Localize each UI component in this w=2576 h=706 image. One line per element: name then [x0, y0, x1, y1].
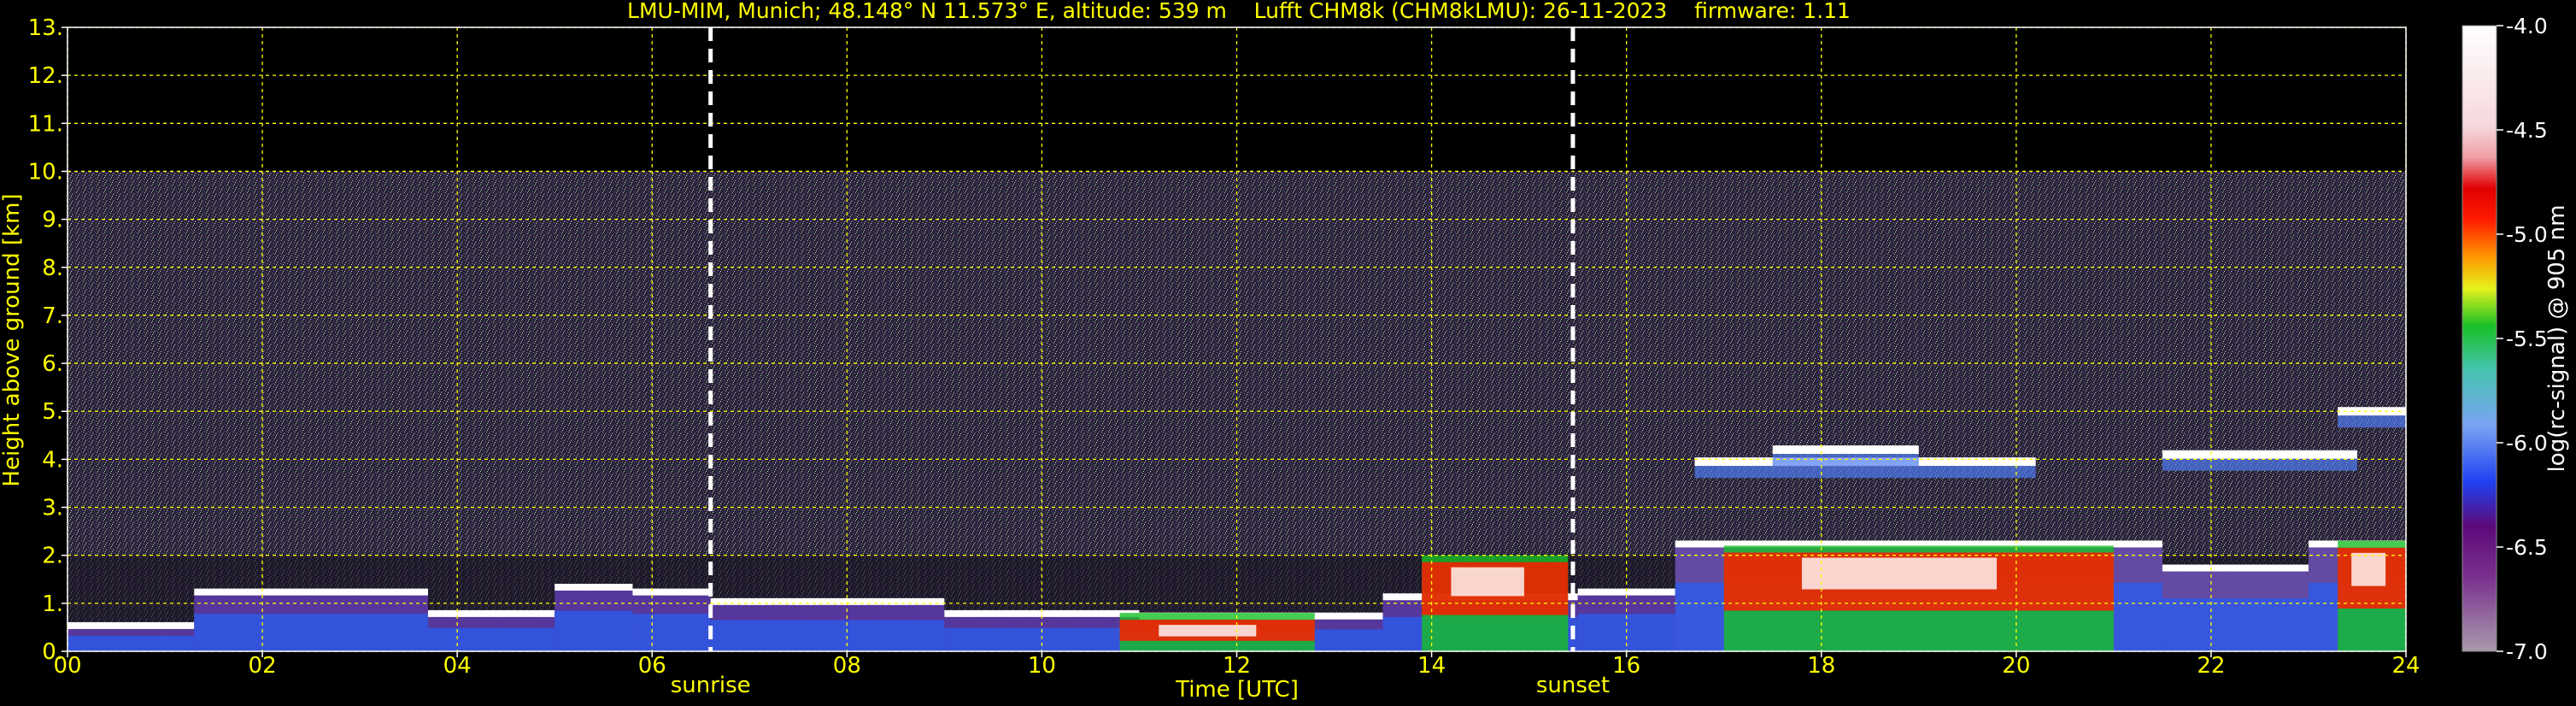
aerosol-layer-dense — [67, 635, 195, 651]
y-tick-label: 2. — [42, 544, 63, 569]
x-tick-label: 14 — [1417, 653, 1446, 679]
x-tick-label: 20 — [2002, 653, 2030, 679]
upper-cloud-layer — [2162, 450, 2357, 459]
y-tick-label: 11. — [28, 111, 63, 137]
upper-cloud-layer — [1772, 445, 1919, 455]
chart-title: LMU-MIM, Munich; 48.148° N 11.573° E, al… — [627, 0, 1851, 23]
cloud-region-white — [2351, 552, 2386, 586]
x-tick-label: 24 — [2391, 653, 2420, 679]
aerosol-layer-dense — [555, 610, 633, 651]
y-axis-label: Height above ground [km] — [0, 193, 25, 486]
colorbar-tick-label: -7.0 — [2506, 639, 2548, 664]
cloud-base-layer — [67, 621, 195, 629]
y-tick-label: 10. — [28, 159, 63, 185]
y-tick-label: 0. — [42, 639, 63, 665]
cloud-base-layer — [2162, 564, 2309, 572]
cloud-region-white — [1451, 567, 1524, 597]
x-tick-label: 12 — [1223, 653, 1251, 679]
cloud-base-layer — [427, 609, 555, 617]
ceilometer-chart: sunrise sunset 00 02 04 06 08 10 12 14 16 18 20 22 24… — [0, 0, 2576, 706]
y-tick-label: 1. — [42, 591, 63, 617]
colorbar-tick-label: -5.5 — [2506, 327, 2548, 351]
cloud-base-layer — [555, 584, 633, 591]
sunrise-label: sunrise — [671, 673, 751, 698]
cloud-base-layer — [710, 597, 945, 605]
x-axis-label: Time [UTC] — [1175, 677, 1299, 703]
y-tick-label: 7. — [42, 303, 63, 329]
x-tick-label: 02 — [249, 653, 277, 679]
colorbar-tick-label: -4.5 — [2506, 118, 2548, 143]
x-tick-label: 16 — [1612, 653, 1640, 679]
x-tick-label: 18 — [1807, 653, 1835, 679]
aerosol-layer-dense — [194, 614, 428, 651]
sunset-label: sunset — [1536, 673, 1610, 698]
upper-cloud-fallstreak — [2338, 415, 2406, 428]
colorbar-tick-label: -4.0 — [2506, 14, 2548, 38]
x-tick-label: 08 — [833, 653, 861, 679]
x-tick-label: 10 — [1028, 653, 1056, 679]
y-tick-label: 13. — [28, 15, 63, 41]
cloud-base-layer — [194, 588, 428, 596]
y-tick-label: 9. — [42, 208, 63, 233]
cloud-base-layer — [632, 588, 711, 596]
y-tick-label: 3. — [42, 496, 63, 521]
y-tick-label: 4. — [42, 447, 63, 473]
y-tick-label: 8. — [42, 256, 63, 281]
y-tick-label: 6. — [42, 351, 63, 377]
x-tick-label: 04 — [443, 653, 472, 679]
aerosol-layer-dense — [632, 614, 711, 651]
aerosol-layer-dense — [2162, 597, 2309, 651]
cloud-region-white — [1801, 557, 1998, 590]
colorbar-tick-label: -5.0 — [2506, 222, 2548, 247]
colorbar-tick-label: -6.0 — [2506, 431, 2548, 456]
colorbar-tick-label: -6.5 — [2506, 535, 2548, 560]
colorbar-gradient — [2462, 25, 2497, 652]
aerosol-layer-dense — [427, 627, 555, 651]
x-tick-label: 22 — [2197, 653, 2225, 679]
aerosol-layer-dense — [710, 620, 945, 651]
y-tick-label: 5. — [42, 399, 63, 425]
upper-cloud-fallstreak — [1772, 454, 1919, 467]
x-tick-label: 06 — [638, 653, 666, 679]
colorbar-label: log(rc-signal) @ 905 nm — [2544, 205, 2570, 473]
upper-cloud-fallstreak — [1694, 466, 2036, 479]
cloud-region-white — [1159, 625, 1257, 637]
y-tick-label: 12. — [28, 63, 63, 89]
upper-cloud-fallstreak — [2162, 458, 2357, 471]
